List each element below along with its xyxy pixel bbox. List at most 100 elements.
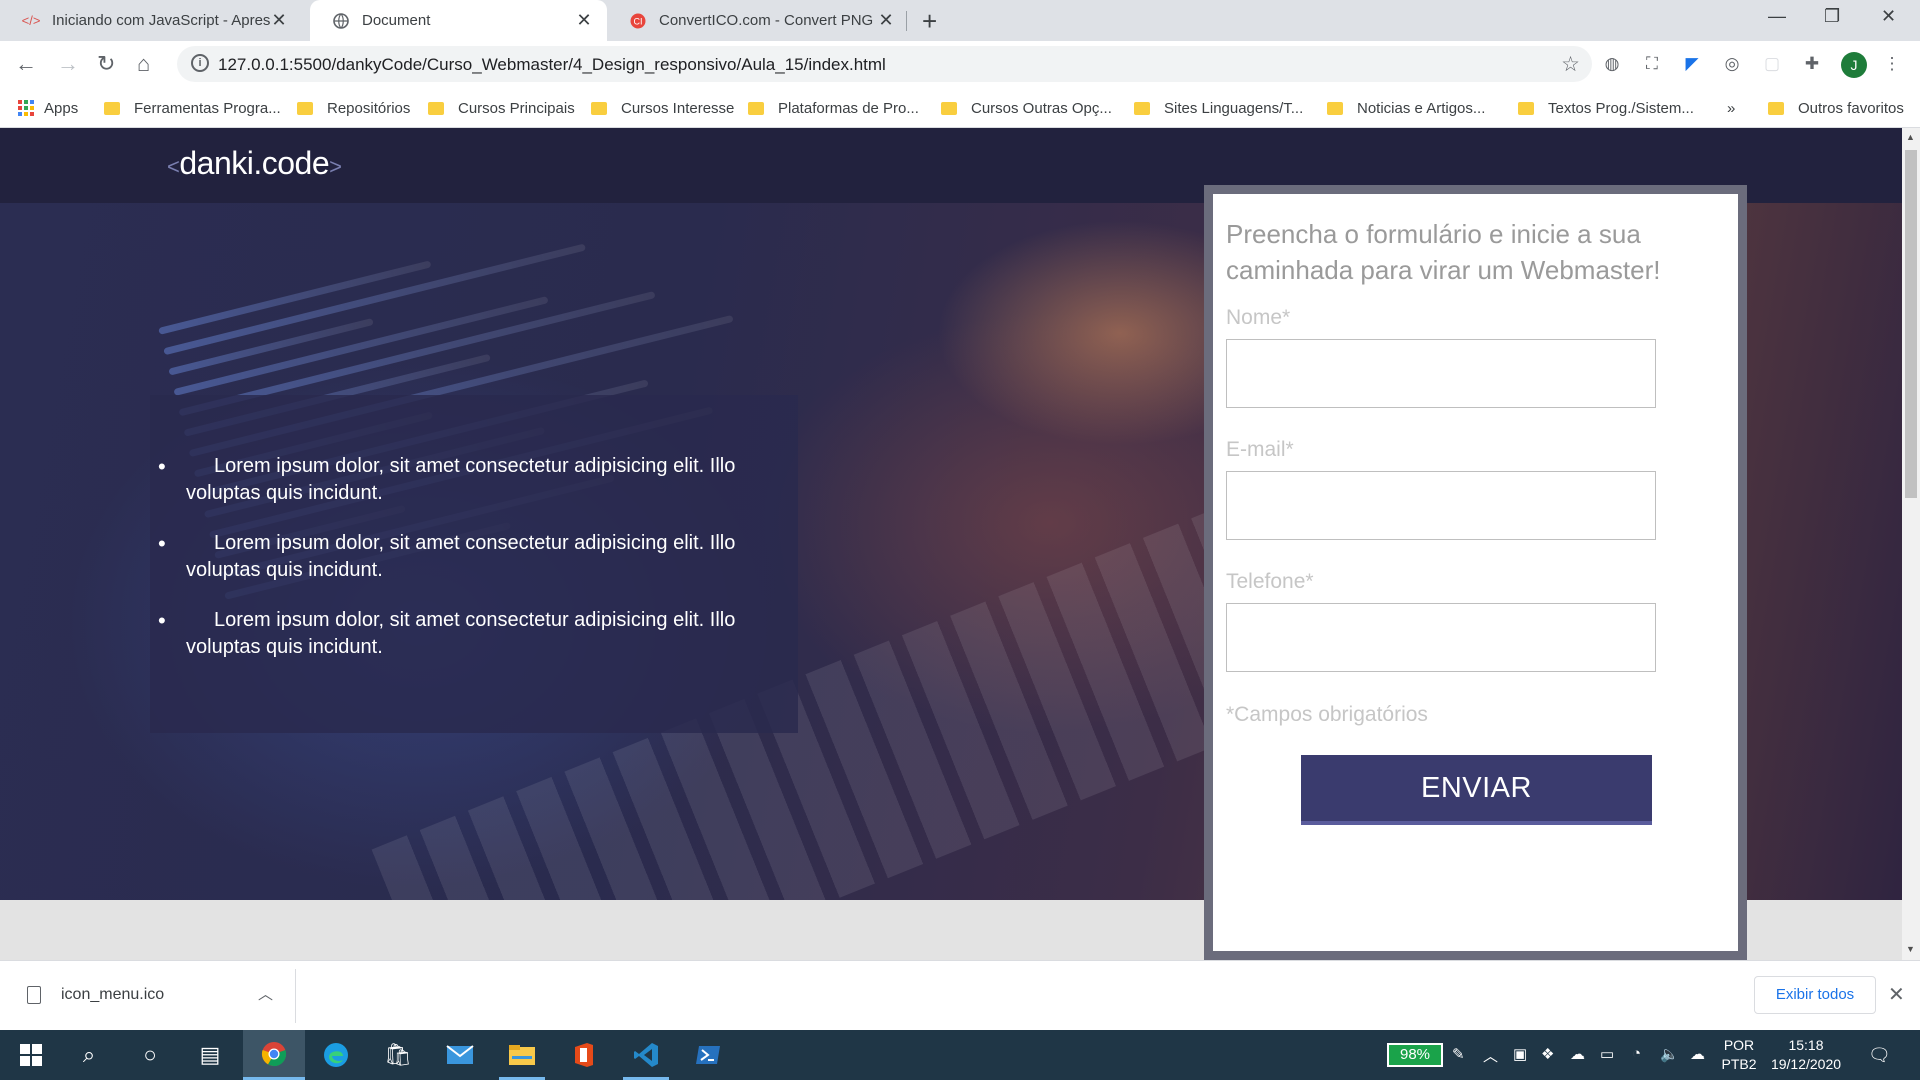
feature-item: Lorem ipsum dolor, sit amet consectetur … xyxy=(158,607,761,661)
cortana-icon[interactable]: ○ xyxy=(119,1030,181,1080)
extension-blank-icon[interactable]: ▢ xyxy=(1761,53,1783,75)
powershell-taskbar-icon[interactable] xyxy=(677,1030,739,1080)
start-button[interactable] xyxy=(0,1030,62,1080)
pen-icon[interactable]: ✎ xyxy=(1452,1045,1465,1063)
clock[interactable]: 15:18 19/12/2020 xyxy=(1766,1036,1846,1074)
bookmark-folder[interactable]: Plataformas de Pro... xyxy=(748,97,919,119)
folder-icon xyxy=(941,101,957,115)
bookmark-folder[interactable]: Cursos Outras Opç... xyxy=(941,97,1112,119)
bookmark-apps[interactable]: Apps xyxy=(18,97,78,119)
email-label: E-mail* xyxy=(1226,438,1294,461)
battery-indicator[interactable]: 98% xyxy=(1387,1043,1443,1067)
phone-input[interactable] xyxy=(1226,603,1656,672)
tab-separator xyxy=(906,11,907,31)
search-icon[interactable]: ⌕ xyxy=(58,1030,120,1080)
task-view-icon[interactable]: ▤ xyxy=(179,1030,241,1080)
phone-label: Telefone* xyxy=(1226,570,1314,593)
extension-globe-icon[interactable]: ◍ xyxy=(1601,53,1623,75)
extensions-puzzle-icon[interactable]: ✚ xyxy=(1801,53,1823,75)
dropbox-icon[interactable]: ❖ xyxy=(1541,1045,1554,1063)
tab-document[interactable]: Document ✕ xyxy=(310,0,607,41)
back-button[interactable]: ← xyxy=(15,51,37,77)
onedrive-icon[interactable]: ☁ xyxy=(1570,1045,1585,1063)
close-window-button[interactable]: ✕ xyxy=(1881,6,1896,27)
windows-taskbar: ⌕ ○ ▤ 🛍 98% ✎ ︿ ▣ ❖ ☁ ▭ ◔ 🔈 ☁ POR PTB2 1… xyxy=(0,1030,1920,1080)
file-explorer-taskbar-icon[interactable] xyxy=(491,1030,553,1080)
bookmark-label: Textos Prog./Sistem... xyxy=(1548,99,1694,117)
page-viewport: <danki.code> Lorem ipsum dolor, sit amet… xyxy=(0,128,1902,960)
chrome-taskbar-icon[interactable] xyxy=(243,1030,305,1080)
bookmark-folder[interactable]: Sites Linguagens/T... xyxy=(1134,97,1303,119)
bookmark-folder[interactable]: Repositórios xyxy=(297,97,410,119)
volume-icon[interactable]: 🔈 xyxy=(1660,1045,1679,1063)
tab-title: ConvertICO.com - Convert PNG t xyxy=(659,12,877,29)
tab-title: Document xyxy=(362,12,431,29)
download-file-name[interactable]: icon_menu.ico xyxy=(61,986,164,1004)
new-tab-button[interactable]: + xyxy=(922,6,937,37)
home-button[interactable]: ⌂ xyxy=(137,51,150,77)
close-tab-icon[interactable]: ✕ xyxy=(575,10,593,31)
apps-grid-icon xyxy=(18,100,34,116)
page-scrollbar[interactable]: ▲ ▼ xyxy=(1902,128,1920,960)
notifications-icon[interactable]: 🗨 xyxy=(1868,1045,1891,1066)
bookmark-label: Apps xyxy=(44,99,79,117)
folder-icon xyxy=(1768,101,1784,115)
restore-button[interactable]: ❐ xyxy=(1824,6,1840,27)
extension-blue-icon[interactable]: ◤ xyxy=(1681,53,1703,75)
reload-button[interactable]: ↻ xyxy=(97,51,115,77)
name-input[interactable] xyxy=(1226,339,1656,408)
email-input[interactable] xyxy=(1226,471,1656,540)
screenshot-extension-icon[interactable]: ⛶ xyxy=(1641,53,1663,75)
danki-code-logo[interactable]: <danki.code> xyxy=(167,145,342,182)
bookmark-folder[interactable]: Cursos Principais xyxy=(428,97,575,119)
minimize-button[interactable]: — xyxy=(1768,6,1786,27)
profile-avatar[interactable]: J xyxy=(1841,52,1867,78)
meet-now-icon[interactable]: ▣ xyxy=(1513,1045,1527,1063)
bookmark-label: Repositórios xyxy=(327,99,411,117)
edge-taskbar-icon[interactable] xyxy=(305,1030,367,1080)
close-tab-icon[interactable]: ✕ xyxy=(270,10,288,31)
bookmark-folder[interactable]: Ferramentas Progra... xyxy=(104,97,281,119)
submit-button[interactable]: ENVIAR xyxy=(1301,755,1652,825)
battery-tray-icon[interactable]: ▭ xyxy=(1600,1045,1614,1063)
close-tab-icon[interactable]: ✕ xyxy=(877,10,895,31)
tab-strip: </> Iniciando com JavaScript - Apres ✕ D… xyxy=(0,0,1920,41)
bookmark-folder[interactable]: Textos Prog./Sistem... xyxy=(1518,97,1694,119)
store-taskbar-icon[interactable]: 🛍 xyxy=(367,1030,429,1080)
svg-text:CI: CI xyxy=(634,16,643,26)
bookmark-star-icon[interactable]: ☆ xyxy=(1561,52,1580,77)
scrollbar-thumb[interactable] xyxy=(1905,150,1917,498)
bookmark-folder[interactable]: Noticias e Artigos... xyxy=(1327,97,1485,119)
scroll-up-arrow-icon[interactable]: ▲ xyxy=(1906,132,1915,142)
features-box: Lorem ipsum dolor, sit amet consectetur … xyxy=(150,395,798,733)
cloud-sync-icon[interactable]: ☁ xyxy=(1690,1045,1705,1063)
folder-icon xyxy=(748,101,764,115)
wifi-icon[interactable]: ◔ xyxy=(1632,1045,1641,1062)
mail-taskbar-icon[interactable] xyxy=(429,1030,491,1080)
bookmark-label: Cursos Outras Opç... xyxy=(971,99,1112,117)
tab-javascript[interactable]: </> Iniciando com JavaScript - Apres ✕ xyxy=(0,0,302,41)
chevron-up-tray-icon[interactable]: ︿ xyxy=(1483,1045,1498,1066)
folder-icon xyxy=(591,101,607,115)
menu-kebab-icon[interactable]: ⋮ xyxy=(1881,53,1903,75)
signup-form: Preencha o formulário e inicie a sua cam… xyxy=(1213,194,1738,951)
tab-convertico[interactable]: CI ConvertICO.com - Convert PNG t ✕ xyxy=(607,0,909,41)
bookmarks-overflow-button[interactable]: » xyxy=(1727,97,1735,119)
language-indicator[interactable]: POR PTB2 xyxy=(1718,1036,1760,1074)
required-fields-note: *Campos obrigatórios xyxy=(1226,703,1428,726)
signup-form-frame: Preencha o formulário e inicie a sua cam… xyxy=(1204,185,1747,960)
address-bar[interactable]: i 127.0.0.1:5500/dankyCode/Curso_Webmast… xyxy=(177,46,1592,82)
office-taskbar-icon[interactable] xyxy=(553,1030,615,1080)
forward-button[interactable]: → xyxy=(57,51,79,77)
extension-circle-icon[interactable]: ◎ xyxy=(1721,53,1743,75)
scroll-down-arrow-icon[interactable]: ▼ xyxy=(1906,944,1915,954)
chevron-up-icon[interactable]: ︿ xyxy=(258,983,273,1004)
site-info-icon[interactable]: i xyxy=(191,54,209,72)
show-all-downloads-button[interactable]: Exibir todos xyxy=(1754,976,1876,1014)
bookmark-folder[interactable]: Cursos Interesse xyxy=(591,97,734,119)
url-text[interactable]: 127.0.0.1:5500/dankyCode/Curso_Webmaster… xyxy=(218,55,886,75)
other-bookmarks-folder[interactable]: Outros favoritos xyxy=(1768,97,1904,119)
toolbar: ← → ↻ ⌂ i 127.0.0.1:5500/dankyCode/Curso… xyxy=(0,41,1920,88)
close-download-bar-icon[interactable]: ✕ xyxy=(1888,982,1905,1007)
vscode-taskbar-icon[interactable] xyxy=(615,1030,677,1080)
